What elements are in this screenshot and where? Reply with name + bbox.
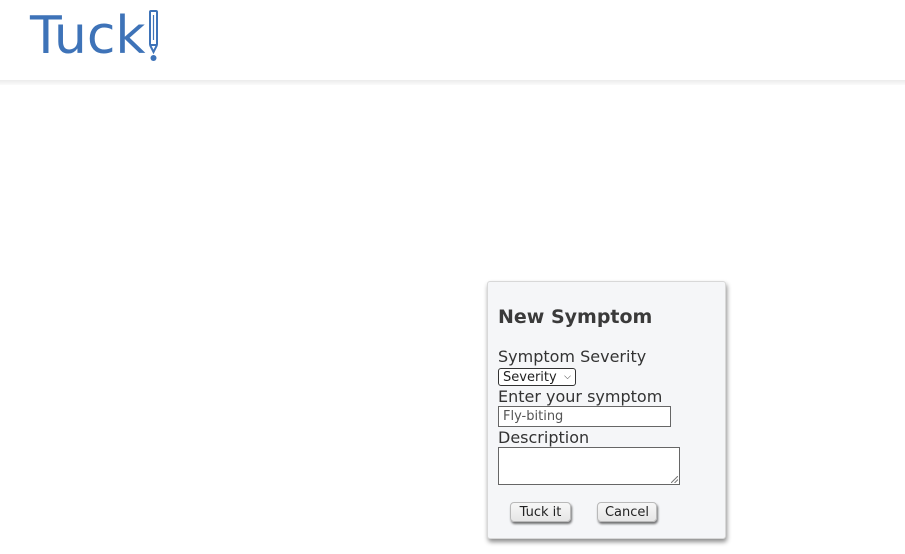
symptom-label: Enter your symptom (498, 387, 663, 406)
pen-icon (148, 10, 158, 61)
dialog-title: New Symptom (498, 306, 653, 328)
logo-text: Tuck (30, 6, 146, 66)
severity-label: Symptom Severity (498, 347, 647, 366)
tuck-it-button[interactable]: Tuck it (510, 502, 571, 522)
cancel-button[interactable]: Cancel (597, 502, 657, 522)
symptom-input[interactable]: Fly-biting (498, 406, 671, 427)
description-textarea[interactable] (498, 447, 680, 485)
app-header: Tuck (0, 0, 905, 80)
severity-select[interactable]: Severity ⌵ (498, 368, 576, 386)
logo[interactable]: Tuck (30, 6, 161, 66)
description-label: Description (498, 428, 590, 447)
chevron-down-icon: ⌵ (564, 372, 571, 382)
new-symptom-dialog: New Symptom Symptom Severity Severity ⌵ … (487, 281, 726, 539)
resize-grip-icon[interactable] (671, 476, 678, 483)
severity-select-value: Severity (503, 369, 557, 385)
header-divider (0, 80, 905, 85)
